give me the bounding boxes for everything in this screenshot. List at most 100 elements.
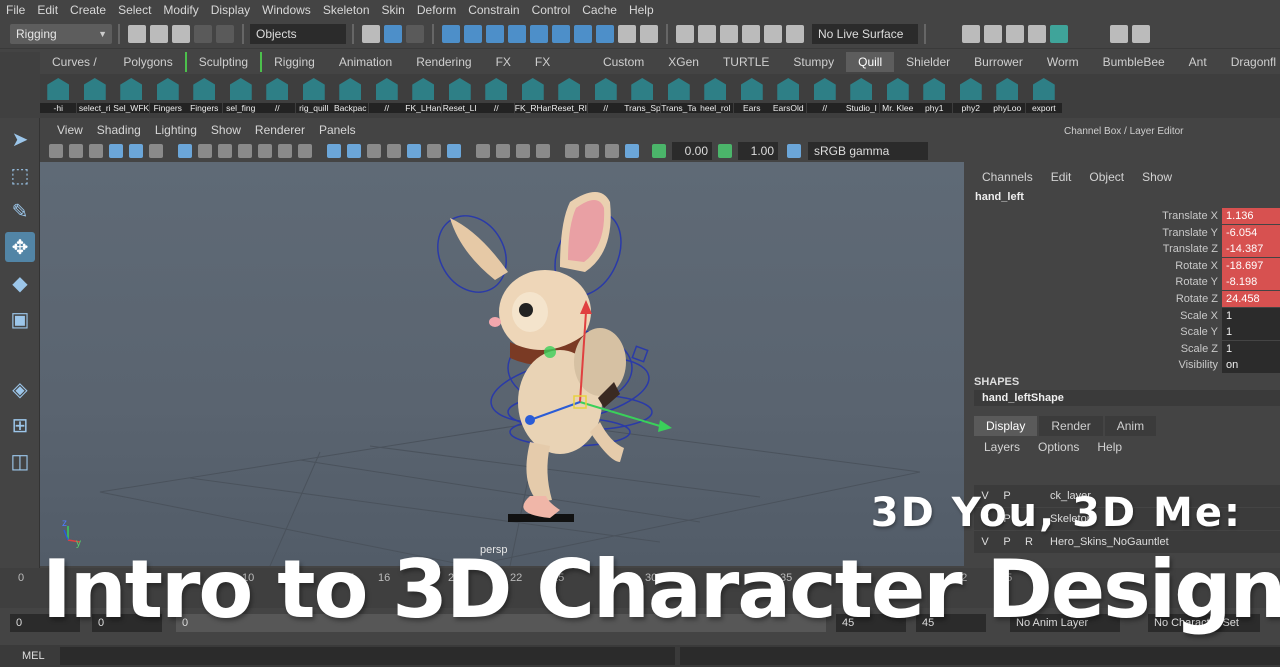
xray-active-icon[interactable]: [605, 144, 619, 158]
menu-cache[interactable]: Cache: [576, 3, 623, 17]
shelf-button[interactable]: //: [368, 74, 406, 118]
menu-file[interactable]: File: [0, 3, 31, 17]
menu-create[interactable]: Create: [64, 3, 112, 17]
lock-icon[interactable]: [618, 24, 636, 43]
character-mouse[interactable]: [450, 192, 626, 518]
attribute-row[interactable]: Translate Z -14.387: [966, 241, 1280, 258]
attribute-value[interactable]: -6.054: [1222, 224, 1280, 241]
mask-icon[interactable]: [596, 24, 614, 43]
field-chart-icon[interactable]: [258, 144, 272, 158]
bookmark-icon[interactable]: [89, 144, 103, 158]
shelf-tab-animation[interactable]: Animation: [327, 52, 404, 72]
shelf-tab-stumpy[interactable]: Stumpy: [781, 52, 846, 72]
color-space-dropdown[interactable]: sRGB gamma: [808, 142, 928, 160]
shelf-tab-quill[interactable]: Quill: [846, 52, 895, 72]
shelf-button[interactable]: Trans_Ta: [660, 74, 698, 118]
shelf-button[interactable]: Ears: [733, 74, 771, 118]
camera-attributes-icon[interactable]: [69, 144, 83, 158]
mask-icon[interactable]: [552, 24, 570, 43]
save-scene-icon[interactable]: [172, 24, 190, 43]
safe-action-icon[interactable]: [278, 144, 292, 158]
select-by-hierarchy-icon[interactable]: [362, 24, 380, 43]
wireframe-on-shaded-icon[interactable]: [387, 144, 401, 158]
panel-menu-view[interactable]: View: [50, 123, 90, 137]
xray-icon[interactable]: [407, 144, 421, 158]
menu-help[interactable]: Help: [623, 3, 660, 17]
live-surface-field[interactable]: No Live Surface: [812, 23, 918, 44]
smooth-shade-icon[interactable]: [347, 144, 361, 158]
render-view-icon[interactable]: [962, 24, 980, 43]
shelf-tab-curves-surfaces[interactable]: Curves / Surfaces: [40, 52, 111, 89]
panel-menu-shading[interactable]: Shading: [90, 123, 148, 137]
channel-menu-channels[interactable]: Channels: [982, 170, 1033, 184]
highlight-icon[interactable]: [640, 24, 658, 43]
attribute-value[interactable]: 1: [1222, 307, 1280, 324]
film-gate-icon[interactable]: [198, 144, 212, 158]
attribute-value[interactable]: 1.136: [1222, 208, 1280, 224]
shelf-button[interactable]: Trans_Sp: [624, 74, 661, 118]
undo-icon[interactable]: [194, 24, 212, 43]
render-frame-icon[interactable]: [984, 24, 1002, 43]
menu-display[interactable]: Display: [205, 3, 256, 17]
shelf-tab-fx[interactable]: FX: [484, 52, 523, 72]
shelf-tab-ant[interactable]: Ant: [1177, 52, 1219, 72]
channel-menu-edit[interactable]: Edit: [1051, 170, 1072, 184]
xray-joints-icon[interactable]: [585, 144, 599, 158]
redo-icon[interactable]: [216, 24, 234, 43]
mask-icon[interactable]: [574, 24, 592, 43]
gamma-field[interactable]: 1.00: [738, 142, 778, 160]
color-management-icon[interactable]: [787, 144, 801, 158]
shelf-button[interactable]: FK_LHan: [405, 74, 442, 118]
panel-menu-panels[interactable]: Panels: [312, 123, 363, 137]
shelf-button[interactable]: Fingers: [186, 74, 223, 118]
selected-object-name[interactable]: hand_left: [975, 191, 1024, 203]
viewport-persp[interactable]: z y persp: [40, 162, 964, 566]
shelf-tab-xgen[interactable]: XGen: [656, 52, 711, 72]
motion-blur-icon[interactable]: [496, 144, 510, 158]
ipr-render-icon[interactable]: [1006, 24, 1024, 43]
shelf-button[interactable]: rig_quill: [295, 74, 333, 118]
panel-menu-renderer[interactable]: Renderer: [248, 123, 312, 137]
exposure-icon[interactable]: [652, 144, 666, 158]
mask-icon[interactable]: [464, 24, 482, 43]
menu-skin[interactable]: Skin: [376, 3, 411, 17]
snap-grid-icon[interactable]: [676, 24, 694, 43]
attribute-row[interactable]: Translate X 1.136: [966, 208, 1280, 224]
grease-pencil-icon[interactable]: [149, 144, 163, 158]
safe-title-icon[interactable]: [298, 144, 312, 158]
layer-tab-render[interactable]: Render: [1039, 416, 1103, 436]
snap-view-icon[interactable]: [742, 24, 760, 43]
shelf-button[interactable]: sel_fing: [222, 74, 260, 118]
shadows-icon[interactable]: [447, 144, 461, 158]
isolate-select-icon[interactable]: [565, 144, 579, 158]
shelf-button[interactable]: //: [806, 74, 844, 118]
shelf-button[interactable]: Studio_l: [843, 74, 880, 118]
select-tool-icon[interactable]: ➤: [5, 124, 35, 154]
shelf-tab-custom[interactable]: Custom: [591, 52, 656, 72]
panel-menu-show[interactable]: Show: [204, 123, 248, 137]
shape-name[interactable]: hand_leftShape: [974, 390, 1280, 406]
hypershade-icon[interactable]: [1050, 24, 1068, 43]
attribute-row[interactable]: Rotate Z 24.458: [966, 291, 1280, 307]
attribute-value[interactable]: -14.387: [1222, 241, 1280, 258]
menu-edit[interactable]: Edit: [31, 3, 64, 17]
layer-menu-options[interactable]: Options: [1038, 440, 1079, 454]
shelf-button[interactable]: Mr. Klee: [879, 74, 917, 118]
grid-icon[interactable]: [178, 144, 192, 158]
layout-two-icon[interactable]: ◫: [5, 446, 35, 476]
menu-skeleton[interactable]: Skeleton: [317, 3, 376, 17]
mask-icon[interactable]: [486, 24, 504, 43]
cube-icon[interactable]: [1110, 24, 1128, 43]
shelf-button[interactable]: heel_rol: [697, 74, 734, 118]
lasso-tool-icon[interactable]: ⬚: [5, 160, 35, 190]
shelf-button[interactable]: Sel_WFK: [113, 74, 150, 118]
gamma-icon[interactable]: [718, 144, 732, 158]
shelf-button[interactable]: //: [259, 74, 296, 118]
layer-menu-layers[interactable]: Layers: [984, 440, 1020, 454]
layer-tab-display[interactable]: Display: [974, 416, 1038, 436]
shelf-button[interactable]: Fingers: [149, 74, 187, 118]
attribute-value[interactable]: 24.458: [1222, 291, 1280, 307]
attribute-row[interactable]: Scale Y 1: [966, 324, 1280, 341]
snap-point-icon[interactable]: [720, 24, 738, 43]
shelf-tab-sculpting[interactable]: Sculpting: [184, 52, 260, 72]
